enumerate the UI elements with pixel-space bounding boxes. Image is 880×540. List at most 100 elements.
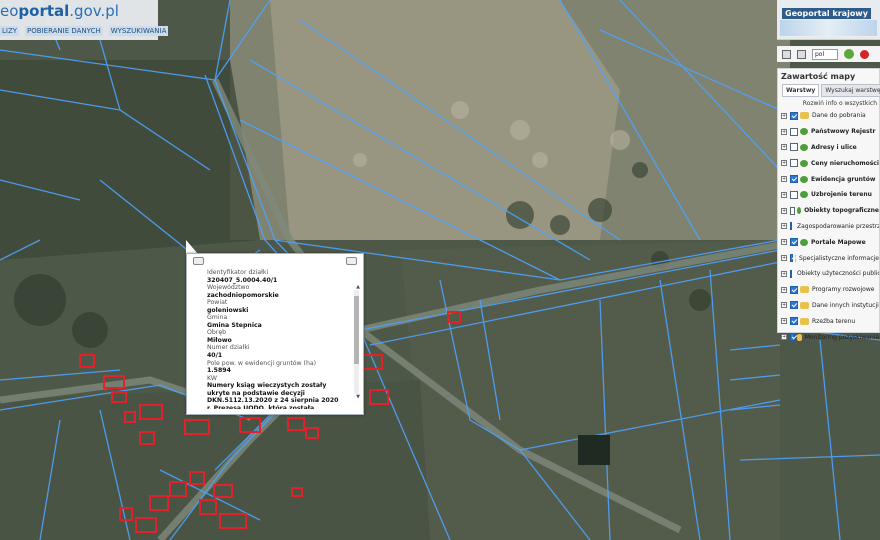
attribute-label: Gmina	[207, 314, 228, 322]
overview-map-strip	[780, 20, 877, 36]
table-icon[interactable]	[782, 49, 791, 59]
service-icon	[800, 159, 808, 167]
expand-icon[interactable]: +	[781, 160, 787, 167]
expand-icon[interactable]: +	[781, 176, 787, 183]
layer-checkbox[interactable]	[790, 333, 796, 342]
layer-label: Dane do pobrania	[812, 112, 866, 120]
layer-label: Specjalistyczne informacje	[799, 254, 879, 262]
logout-icon[interactable]	[860, 49, 869, 59]
contents-tabs: Warstwy Wyszukaj warstwę	[778, 84, 880, 97]
layer-checkbox[interactable]	[790, 175, 798, 184]
layer-checkbox[interactable]	[790, 238, 798, 247]
layer-checkbox[interactable]	[790, 127, 798, 136]
tab-search-layer[interactable]: Wyszukaj warstwę	[821, 84, 880, 97]
attribute-value: DKN.5112.13.2020 z 24 sierpnia 2020	[207, 397, 339, 405]
layer-item[interactable]: + Ceny nieruchomości	[781, 155, 879, 171]
expand-icon[interactable]: +	[781, 239, 787, 246]
nav-item-analyses[interactable]: LIZY	[0, 26, 20, 36]
layer-checkbox[interactable]	[790, 285, 798, 294]
logo-suffix: .gov.pl	[69, 2, 119, 20]
attribute-value: 1.5894	[207, 367, 231, 375]
attribute-label: Identyfikator działki	[207, 269, 269, 276]
expand-icon[interactable]: +	[781, 128, 787, 135]
tab-layers[interactable]: Warstwy	[782, 84, 820, 97]
orthophoto-map[interactable]	[0, 0, 880, 540]
layer-checkbox[interactable]	[790, 143, 798, 152]
expand-all-info-link[interactable]: Rozwiń info o wszystkich	[778, 97, 879, 108]
map-contents-title: Zawartość mapy	[781, 72, 856, 81]
attribute-value: zachodniopomorskie	[207, 291, 279, 299]
layer-checkbox[interactable]	[790, 222, 792, 231]
service-icon	[800, 191, 808, 199]
layer-checkbox[interactable]	[790, 190, 798, 199]
folder-icon	[800, 301, 809, 309]
popup-close-icon[interactable]	[346, 257, 357, 265]
layer-item[interactable]: + Obiekty topograficzne	[781, 203, 879, 219]
folder-icon	[797, 333, 802, 341]
scroll-down-icon[interactable]: ▼	[356, 394, 360, 400]
layer-item[interactable]: + Zagospodarowanie przestrzenne	[781, 219, 879, 235]
attribute-value: Miłowo	[207, 336, 232, 344]
layer-item[interactable]: + Obiekty użyteczności publicznej	[781, 266, 879, 282]
layer-label: Ewidencja gruntów	[811, 175, 876, 183]
expand-icon[interactable]: +	[781, 223, 787, 230]
settings-icon[interactable]	[844, 49, 854, 59]
layer-label: Uzbrojenie terenu	[811, 191, 872, 199]
expand-icon[interactable]: +	[781, 255, 787, 262]
attribute-value: ukryte na podstawie decyzji	[207, 389, 305, 397]
service-icon	[800, 143, 808, 151]
layer-label: Adresy i ulice	[811, 143, 857, 151]
layer-checkbox[interactable]	[790, 317, 798, 326]
map-contents-panel: Zawartość mapy Warstwy Wyszukaj warstwę …	[777, 68, 880, 342]
layer-item[interactable]: + Dane innych instytucji	[781, 298, 879, 314]
layer-item[interactable]: + Rzeźba terenu	[781, 313, 879, 329]
attribute-label: Województwo	[207, 284, 250, 292]
expand-icon[interactable]: +	[781, 191, 787, 198]
language-select[interactable]: pol	[812, 48, 838, 60]
layer-checkbox[interactable]	[790, 111, 798, 120]
popup-menu-icon[interactable]	[193, 257, 204, 265]
expand-icon[interactable]: +	[781, 302, 787, 309]
nav-item-download[interactable]: POBIERANIE DANYCH	[25, 26, 103, 36]
attribute-value: Gmina Stepnica	[207, 321, 262, 329]
layer-label: Programy rozwojowe	[812, 286, 875, 294]
attribute-label: Numer działki	[207, 344, 250, 352]
layer-item[interactable]: + Ewidencja gruntów	[781, 171, 879, 187]
layer-checkbox[interactable]	[790, 269, 792, 278]
parcel-info-popup: Identyfikator działki 320407_5.0004.40/1 W…	[186, 253, 364, 415]
expand-icon[interactable]: +	[781, 270, 787, 277]
print-icon[interactable]	[797, 49, 806, 59]
layer-item[interactable]: + Państwowy Rejestr	[781, 124, 879, 140]
expand-icon[interactable]: +	[781, 144, 787, 151]
layer-item[interactable]: + Programy rozwojowe	[781, 282, 879, 298]
layer-item[interactable]: + Adresy i ulice	[781, 140, 879, 156]
logo-prefix: eo	[0, 2, 19, 20]
nav-item-search[interactable]: WYSZUKIWANIA	[108, 26, 169, 36]
expand-icon[interactable]: +	[781, 112, 787, 119]
expand-icon[interactable]: +	[781, 286, 787, 293]
layer-item[interactable]: + Monitoring pozyskiwania	[781, 329, 879, 345]
layer-checkbox[interactable]	[790, 301, 798, 310]
geoportal-logo[interactable]: eoportal.gov.pl	[0, 2, 119, 20]
layer-label: Ceny nieruchomości	[811, 159, 879, 167]
layer-checkbox[interactable]	[790, 206, 796, 215]
layer-item[interactable]: + Portale Mapowe	[781, 234, 879, 250]
expand-icon[interactable]: +	[781, 207, 787, 214]
expand-icon[interactable]: +	[781, 334, 787, 341]
layer-checkbox[interactable]	[790, 159, 798, 168]
attribute-value: goleniowski	[207, 306, 249, 314]
attribute-value: 320407_5.0004.40/1	[207, 276, 278, 284]
geoportal-krajowy-title[interactable]: Geoportal krajowy	[782, 8, 871, 19]
expand-icon[interactable]: +	[781, 318, 787, 325]
layer-label: Monitoring pozyskiwania	[804, 333, 879, 341]
layer-checkbox[interactable]	[790, 254, 793, 263]
layer-item[interactable]: + Specjalistyczne informacje	[781, 250, 879, 266]
right-panel: Geoportal krajowy pol Zawartość mapy War…	[777, 0, 880, 540]
layer-item[interactable]: + Dane do pobrania	[781, 108, 879, 124]
geoportal-krajowy-bar: Geoportal krajowy	[777, 0, 880, 40]
folder-icon	[800, 317, 809, 325]
scroll-up-icon[interactable]: ▲	[356, 284, 360, 290]
logo-main: portal	[18, 2, 70, 20]
layer-item[interactable]: + Uzbrojenie terenu	[781, 187, 879, 203]
popup-scroll-thumb[interactable]	[354, 296, 359, 364]
